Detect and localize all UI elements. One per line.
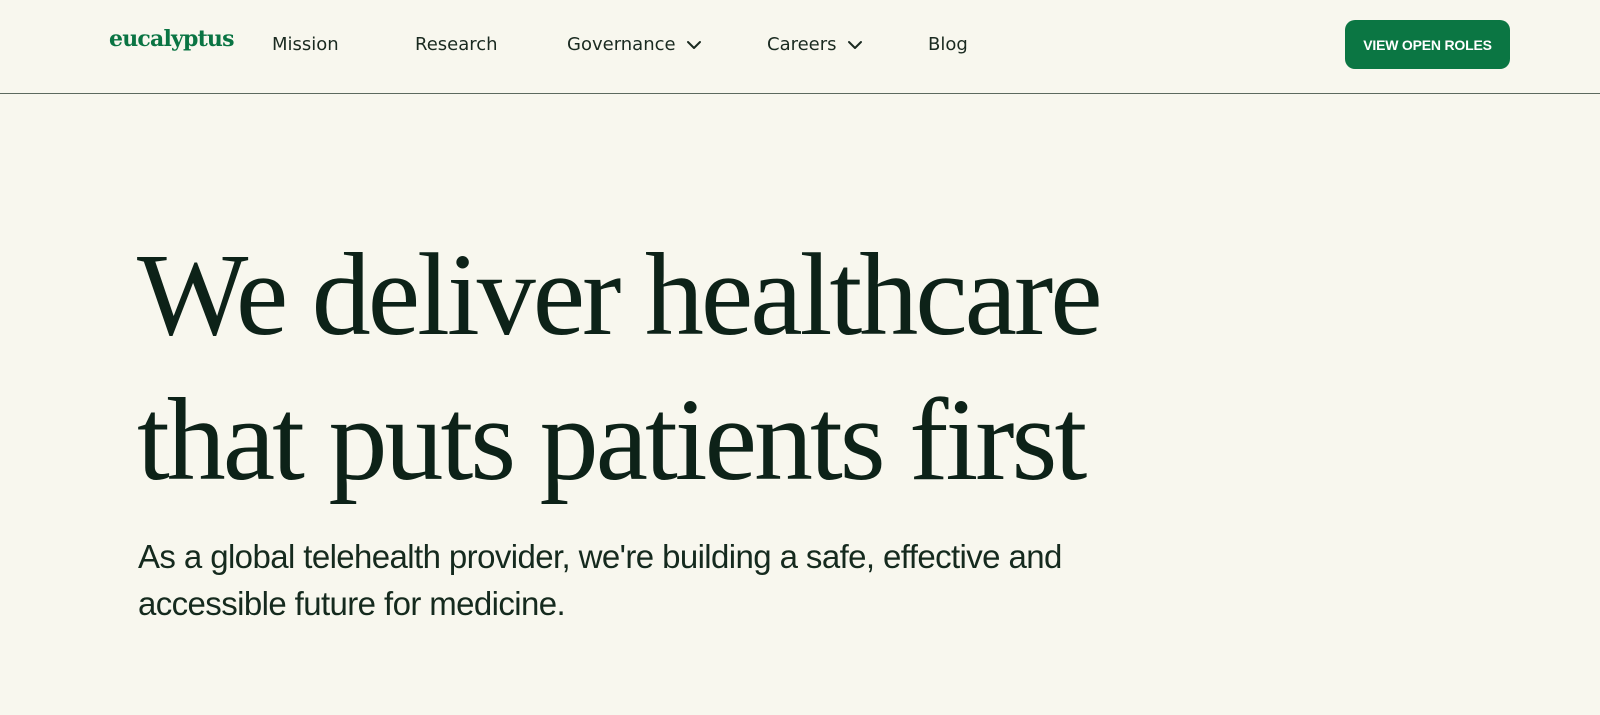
nav-research-label: Research: [415, 34, 498, 55]
logo[interactable]: eucalyptus: [109, 28, 235, 50]
hero-title-line: that puts patients first: [137, 374, 1087, 505]
nav-blog[interactable]: Blog: [928, 34, 968, 56]
nav-careers[interactable]: Careers: [767, 34, 863, 56]
hero-title-line: We deliver healthcare: [137, 229, 1103, 360]
site-header: eucalyptus Mission Research Governance C…: [0, 0, 1600, 94]
nav-blog-label: Blog: [928, 34, 968, 55]
view-open-roles-button[interactable]: VIEW OPEN ROLES: [1345, 20, 1510, 69]
nav-governance[interactable]: Governance: [567, 34, 702, 56]
hero-subtitle-line: As a global telehealth provider, we're b…: [138, 538, 1062, 575]
nav-research[interactable]: Research: [415, 34, 498, 56]
nav-governance-label: Governance: [567, 34, 676, 55]
chevron-down-icon: [847, 37, 863, 53]
nav-mission-label: Mission: [272, 34, 339, 55]
hero-subtitle-line: accessible future for medicine.: [138, 585, 566, 622]
chevron-down-icon: [686, 37, 702, 53]
nav-careers-label: Careers: [767, 34, 837, 55]
hero-subtitle: As a global telehealth provider, we're b…: [138, 533, 1138, 627]
nav-mission[interactable]: Mission: [272, 34, 339, 56]
hero-title: We deliver healthcare that puts patients…: [137, 222, 1337, 512]
